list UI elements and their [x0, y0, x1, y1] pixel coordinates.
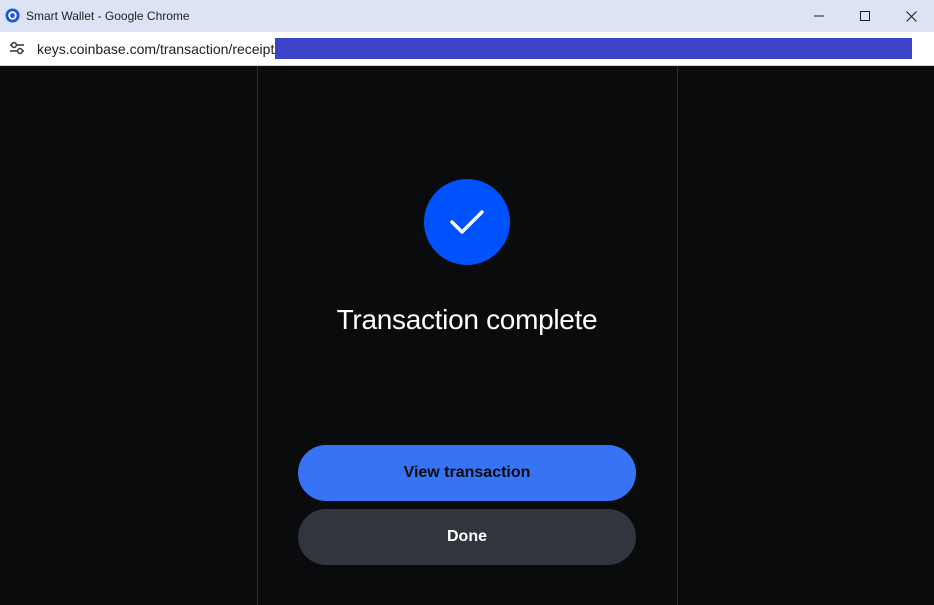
- minimize-icon: [814, 15, 824, 17]
- maximize-button[interactable]: [842, 0, 888, 32]
- browser-window: Smart Wallet - Google Chrome keys.coinba…: [0, 0, 934, 605]
- url-selection-highlight: [275, 38, 912, 59]
- url-text[interactable]: keys.coinbase.com/transaction/receipt/: [37, 41, 278, 57]
- page-content: Transaction complete View transaction Do…: [0, 66, 934, 605]
- site-settings-icon[interactable]: [9, 41, 25, 55]
- title-bar: Smart Wallet - Google Chrome: [0, 0, 934, 32]
- done-button[interactable]: Done: [298, 509, 636, 565]
- coinbase-circle-icon: [5, 8, 20, 23]
- success-badge: [424, 179, 510, 265]
- page-title: Transaction complete: [336, 304, 598, 335]
- checkmark-icon: [450, 210, 484, 234]
- view-transaction-button[interactable]: View transaction: [298, 445, 636, 501]
- window-title: Smart Wallet - Google Chrome: [26, 9, 190, 23]
- minimize-button[interactable]: [796, 0, 842, 32]
- close-icon: [905, 10, 917, 22]
- address-bar[interactable]: keys.coinbase.com/transaction/receipt/: [0, 32, 934, 66]
- maximize-icon: [860, 11, 870, 21]
- close-button[interactable]: [888, 0, 934, 32]
